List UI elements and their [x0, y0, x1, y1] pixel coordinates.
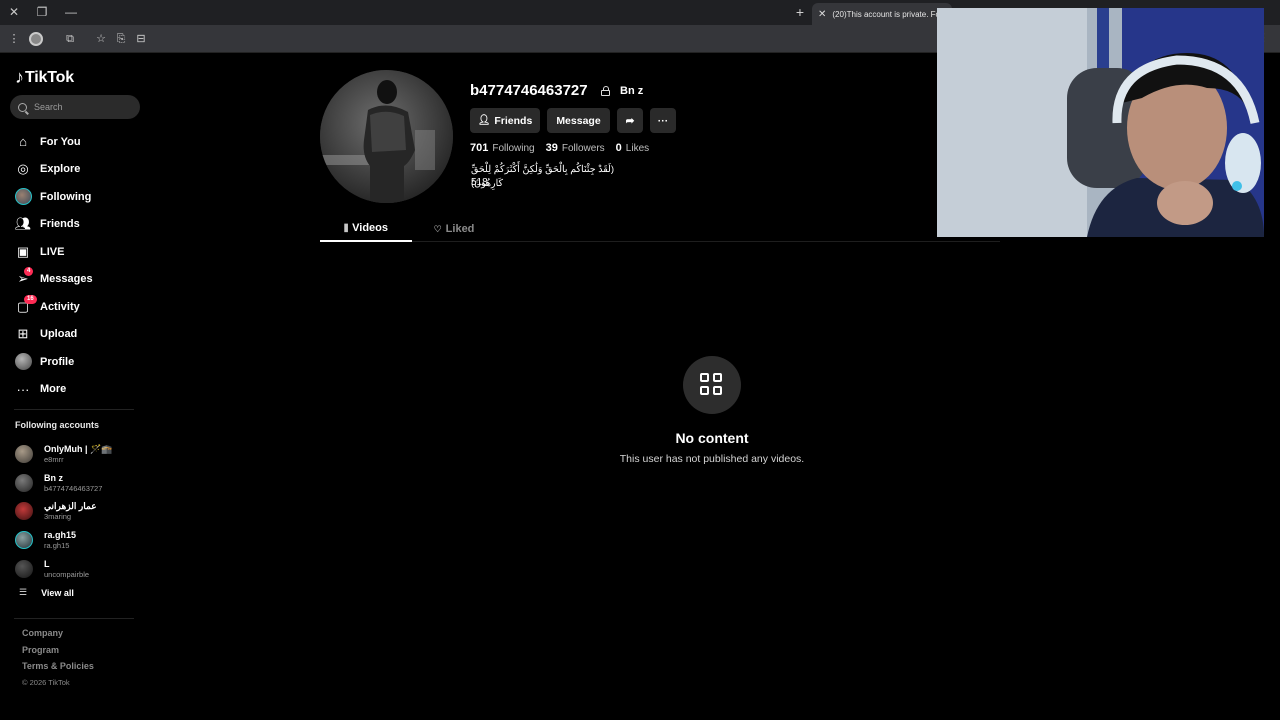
likes-label: Likes: [625, 143, 650, 154]
avatar: [15, 473, 33, 492]
grid-icon: [683, 356, 741, 414]
list-icon: ☰: [19, 587, 28, 597]
nav-more[interactable]: ··· More: [14, 376, 144, 404]
more-options-button[interactable]: ···: [650, 108, 676, 133]
browser-profile-icon[interactable]: [29, 32, 43, 46]
avatar: [15, 559, 33, 578]
account-item[interactable]: عمار الزهراني 3maring: [15, 497, 145, 526]
footer-link-program[interactable]: Program: [22, 645, 94, 662]
profile-avatar-icon: [14, 353, 32, 371]
main-nav: ⌂ For You ◎ Explore Following 👥︎ Friends…: [14, 128, 144, 403]
nav-for-you[interactable]: ⌂ For You: [14, 128, 144, 156]
profile-bio-number: 518: [471, 177, 488, 188]
avatar: [15, 531, 33, 550]
share-icon: ➦: [625, 114, 635, 127]
profile-username: b4774746463727: [470, 82, 588, 99]
nav-profile[interactable]: Profile: [14, 348, 144, 376]
followers-label[interactable]: Followers: [562, 143, 605, 154]
tab-liked[interactable]: ♡ Liked: [428, 216, 480, 242]
account-item[interactable]: OnlyMuh | 🪄🕋 e8mrr: [15, 440, 145, 469]
nav-friends[interactable]: 👥︎ Friends: [14, 211, 144, 239]
restore-icon[interactable]: ❐: [34, 4, 50, 20]
more-icon: ···: [16, 381, 30, 397]
tab-title: (20)This account is private. Foll: [832, 9, 944, 19]
webcam-feed: [937, 8, 1264, 237]
messages-badge: 4: [24, 267, 34, 277]
profile-avatar[interactable]: [320, 70, 453, 203]
nav-live[interactable]: ▣ LIVE: [14, 238, 144, 266]
heart-lock-icon: ♡: [433, 223, 442, 234]
videos-tab-icon: ⫼: [343, 222, 349, 233]
profile-tabs: ⫼ Videos ♡ Liked: [320, 216, 1000, 242]
message-button[interactable]: Message: [547, 108, 610, 133]
tiktok-note-icon: ♪: [15, 67, 24, 87]
webcam-overlay: [937, 8, 1264, 237]
tiktok-logo[interactable]: ♪ TikTok: [15, 67, 74, 88]
upload-icon: ⊞: [17, 326, 29, 342]
account-item[interactable]: ra.gh15 ra.gh15: [15, 526, 145, 555]
search-icon: [18, 102, 27, 112]
friends-button[interactable]: 👤︎ Friends: [470, 108, 540, 133]
messages-icon: ➢ 4: [14, 267, 34, 288]
tab-videos[interactable]: ⫼ Videos: [320, 216, 412, 242]
live-icon: ▣: [16, 243, 30, 259]
following-accounts-list: OnlyMuh | 🪄🕋 e8mrr Bn z b4774746463727 عما…: [15, 440, 145, 583]
search-input[interactable]: [34, 102, 134, 112]
followers-count[interactable]: 39: [546, 142, 558, 154]
following-accounts-title: Following accounts: [15, 420, 100, 430]
following-count[interactable]: 701: [470, 142, 488, 154]
kebab-menu-icon[interactable]: ⋮: [6, 31, 22, 47]
likes-count: 0: [615, 142, 622, 154]
following-label[interactable]: Following: [492, 143, 534, 154]
copyright: © 2026 TikTok: [22, 678, 70, 688]
nav-activity[interactable]: ▢ 16 Activity: [14, 293, 144, 321]
friends-icon: 👥︎: [14, 216, 32, 232]
avatar: [15, 445, 33, 464]
profile-bio: (لَقَدْ جِئْنَاكُم بِالْحَقِّ وَلَٰكِنَّ…: [471, 164, 615, 189]
nav-upload[interactable]: ⊞ Upload: [14, 321, 144, 349]
reader-icon[interactable]: ⊟: [133, 31, 149, 47]
lock-icon: [601, 86, 610, 96]
account-item[interactable]: Bn z b4774746463727: [15, 469, 145, 498]
search-box[interactable]: [10, 95, 140, 119]
activity-badge: 16: [24, 294, 37, 304]
extensions-icon[interactable]: ⧉: [62, 31, 78, 47]
person-icon: 👤︎: [477, 115, 491, 126]
close-icon[interactable]: ✕: [6, 4, 22, 20]
nav-following[interactable]: Following: [14, 183, 144, 211]
footer-link-terms[interactable]: Terms & Policies: [22, 661, 94, 678]
tab-close-icon[interactable]: ✕: [818, 9, 826, 20]
sidebar-divider: [14, 409, 134, 410]
browser-tab[interactable]: ✕ (20)This account is private. Foll: [812, 3, 952, 25]
screenshot-icon[interactable]: ⎘: [113, 31, 129, 47]
activity-icon: ▢ 16: [14, 294, 37, 316]
profile-stats: 701 Following 39 Followers 0 Likes: [470, 142, 660, 154]
nav-explore[interactable]: ◎ Explore: [14, 156, 144, 184]
avatar: [15, 502, 33, 521]
profile-nickname: Bn z: [620, 85, 644, 97]
profile-photo: [320, 70, 453, 203]
empty-state-description: This user has not published any videos.: [619, 453, 805, 465]
share-button[interactable]: ➦: [617, 108, 643, 133]
sidebar-footer: Company Program Terms & Policies © 2026 …: [22, 628, 94, 695]
compass-icon: ◎: [17, 161, 29, 177]
view-all-button[interactable]: ☰ View all: [19, 587, 74, 598]
bookmark-star-icon[interactable]: ☆: [93, 31, 109, 47]
new-tab-button[interactable]: +: [792, 4, 808, 20]
minimize-icon[interactable]: —: [63, 4, 79, 20]
sidebar: ♪ TikTok ⌂ For You ◎ Explore Following 👥…: [0, 54, 150, 720]
nav-messages[interactable]: ➢ 4 Messages: [14, 266, 144, 294]
ellipsis-icon: ···: [657, 114, 669, 127]
footer-link-company[interactable]: Company: [22, 628, 94, 645]
empty-state-title: No content: [675, 430, 749, 446]
home-icon: ⌂: [19, 134, 27, 150]
following-avatar-icon: [14, 188, 32, 206]
sidebar-divider: [14, 618, 134, 619]
account-item[interactable]: Luncompairble: [15, 554, 145, 583]
